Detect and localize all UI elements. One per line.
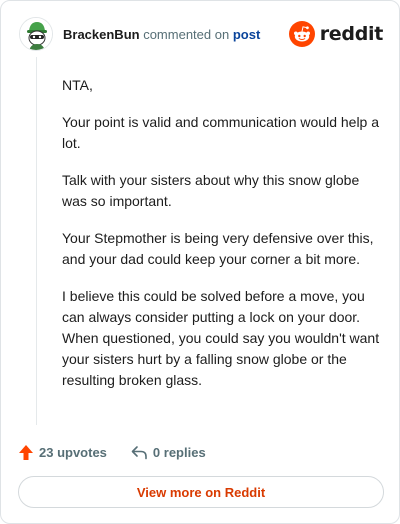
snoo-avatar-icon [20, 18, 52, 50]
comment-paragraph: NTA, [62, 77, 93, 93]
comment-card: BrackenBun commented on post reddit NTA,… [0, 0, 400, 524]
upvote-arrow-icon [19, 444, 33, 460]
reply-arrow-icon [131, 445, 147, 459]
thread-line [36, 57, 37, 425]
comment-header: BrackenBun commented on post reddit [19, 17, 383, 51]
comment-paragraph: I believe this could be solved before a … [62, 288, 380, 388]
comment-meta: BrackenBun commented on post [63, 27, 260, 42]
comment-body: NTA, Your point is valid and communicati… [62, 75, 380, 407]
comment-footer: 23 upvotes 0 replies [18, 442, 206, 462]
comment-paragraph: Talk with your sisters about why this sn… [62, 172, 360, 209]
reddit-logo-icon [288, 21, 315, 47]
logo-wordmark: reddit [319, 23, 384, 45]
post-link[interactable]: post [233, 27, 260, 42]
replies-button[interactable]: 0 replies [131, 445, 206, 460]
comment-paragraph: Your point is valid and communication wo… [62, 114, 380, 151]
username-link[interactable]: BrackenBun [63, 27, 140, 42]
reply-count: 0 replies [152, 444, 206, 460]
view-more-button[interactable]: View more on Reddit [18, 476, 384, 508]
reddit-logo[interactable]: reddit [288, 20, 384, 48]
action-text: commented on [143, 27, 230, 42]
user-avatar[interactable] [19, 17, 53, 51]
comment-paragraph: Your Stepmother is being very defensive … [62, 230, 374, 267]
upvote-button[interactable]: 23 upvotes [18, 444, 107, 461]
upvote-count: 23 upvotes [39, 444, 107, 460]
